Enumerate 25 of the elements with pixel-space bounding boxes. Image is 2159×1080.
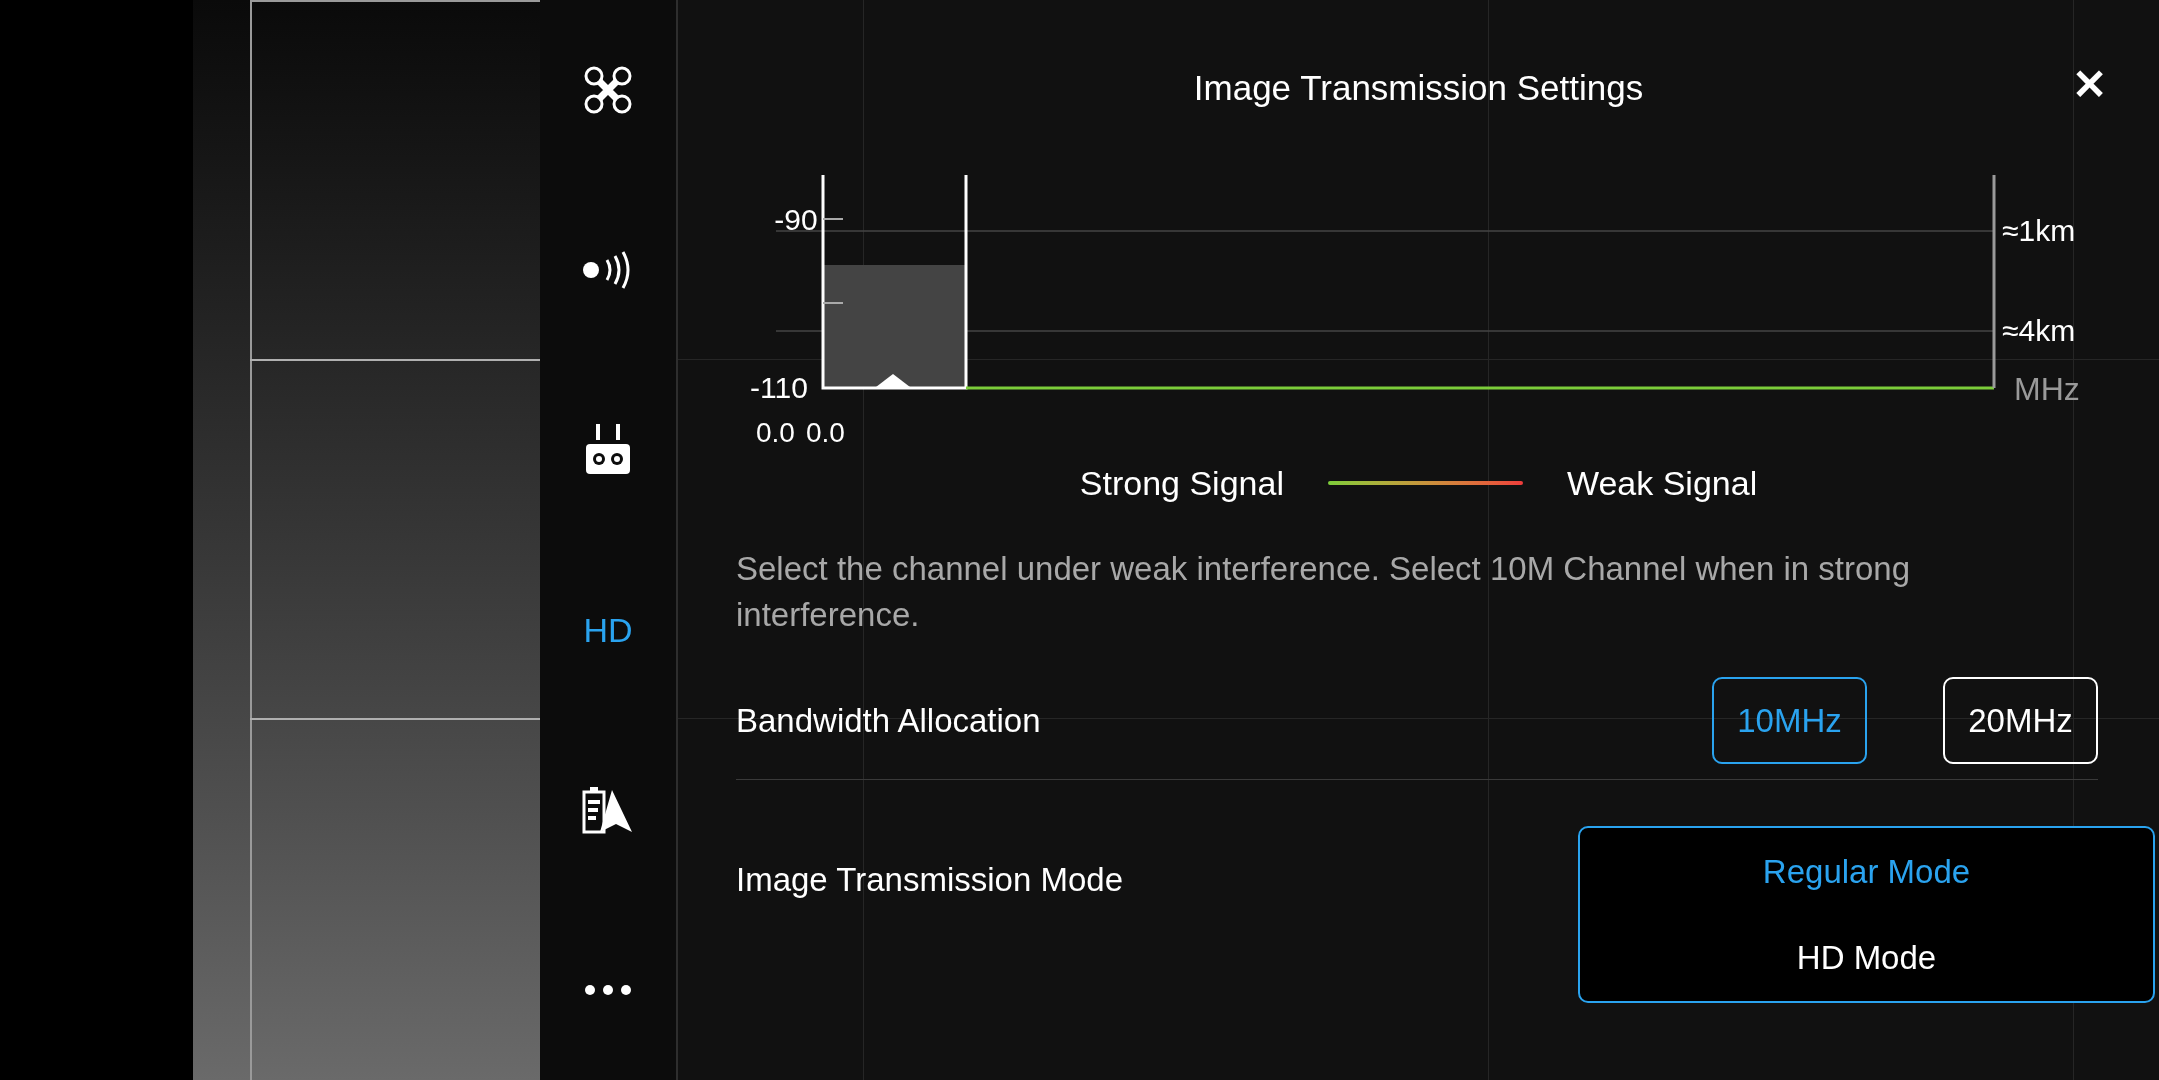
channel-marker-icon (876, 374, 910, 387)
mode-label: Image Transmission Mode (736, 860, 1123, 901)
panel-title: Image Transmission Settings (1193, 67, 1644, 109)
channel-selection[interactable] (823, 265, 966, 388)
bandwidth-option[interactable]: 10MHz (1712, 677, 1867, 764)
axis-label: -110 (750, 371, 808, 404)
remote-controller-icon[interactable] (584, 424, 632, 476)
close-button[interactable]: ✕ (2072, 60, 2107, 110)
unit-label: MHz (2014, 371, 2080, 407)
axis-label: -90 (774, 203, 818, 236)
bandwidth-option[interactable]: 20MHz (1943, 677, 2098, 764)
mode-option[interactable]: Regular Mode (1580, 828, 2153, 915)
description-text: Select the channel under weak interference. Select 10M Channel when in strong interference. (736, 549, 1912, 635)
legend-label: Strong Signal (1079, 462, 1284, 504)
battery-arrow-icon[interactable] (582, 786, 634, 834)
drone-icon[interactable] (582, 64, 634, 116)
axis-label: 0.0 (806, 417, 845, 448)
bandwidth-label: Bandwidth Allocation (736, 700, 1041, 741)
more-icon[interactable] (584, 984, 632, 996)
range-label: ≈1km (2002, 214, 2076, 247)
mode-option[interactable]: HD Mode (1580, 914, 2153, 1001)
range-label: ≈4km (2002, 314, 2076, 347)
axis-label: 0.0 (756, 417, 795, 448)
legend-label: Weak Signal (1566, 462, 1758, 504)
hd-tab[interactable]: HD (583, 604, 633, 656)
